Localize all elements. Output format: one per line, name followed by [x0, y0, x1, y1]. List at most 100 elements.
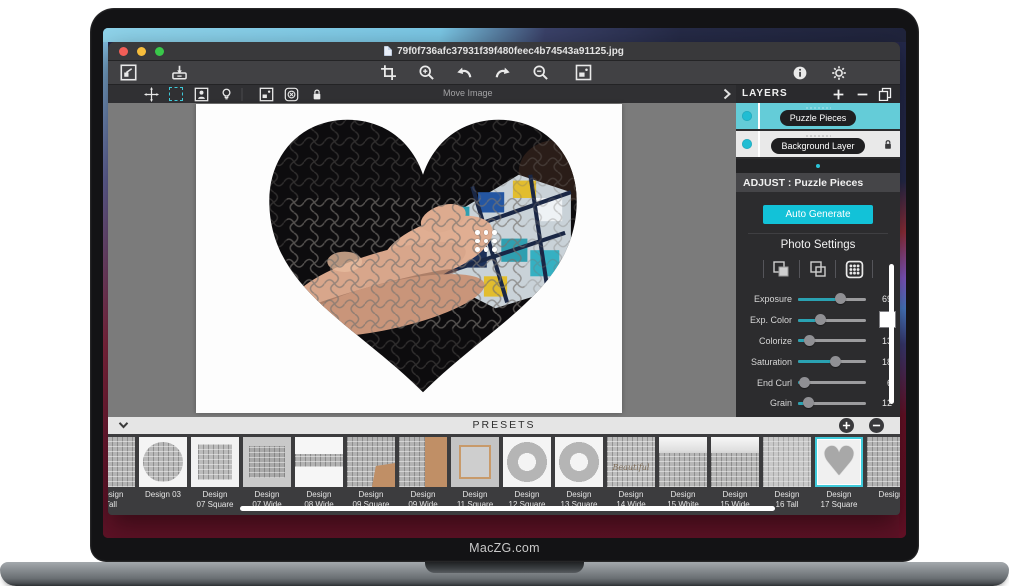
panel-separator[interactable] — [736, 159, 900, 173]
preset-label: Design17 Square — [821, 490, 858, 511]
info-icon[interactable] — [791, 64, 808, 81]
settings-gear-icon[interactable] — [830, 64, 847, 81]
duplicate-layer-icon[interactable] — [877, 86, 893, 102]
preset-tile[interactable]: Design 03 — [137, 437, 189, 511]
app-frame-icon[interactable] — [120, 64, 137, 81]
layer-name[interactable]: Background Layer — [771, 138, 864, 154]
preset-tile[interactable]: Design07 Square — [189, 437, 241, 511]
slider-track[interactable] — [798, 298, 866, 301]
portrait-frame-icon[interactable] — [193, 86, 209, 102]
lock-icon[interactable] — [309, 86, 325, 102]
slider-track[interactable] — [798, 381, 866, 384]
preset-thumbnail[interactable] — [347, 437, 395, 487]
layer-name[interactable]: Puzzle Pieces — [780, 110, 857, 126]
preset-thumbnail[interactable] — [659, 437, 707, 487]
laptop-notch — [425, 562, 584, 573]
undo-icon[interactable] — [456, 64, 473, 81]
preset-thumbnail[interactable] — [243, 437, 291, 487]
slider-track[interactable] — [798, 339, 866, 342]
tool-hint-label: Move Image — [443, 88, 493, 98]
preset-thumbnail[interactable] — [867, 437, 900, 487]
slider-label: Colorize — [736, 336, 792, 346]
import-icon[interactable] — [171, 64, 188, 81]
slider-label: Grain — [736, 398, 792, 408]
presets-title: PRESETS — [108, 419, 900, 431]
slider-knob[interactable] — [803, 397, 814, 408]
preset-tile[interactable]: Design13 Square — [553, 437, 605, 511]
preset-tile[interactable]: Design16 Tall — [761, 437, 813, 511]
preset-tile[interactable]: Design12 Square — [501, 437, 553, 511]
preset-thumbnail[interactable] — [555, 437, 603, 487]
slider-row: Exposure 69 — [736, 289, 900, 310]
slider-track[interactable] — [798, 319, 866, 322]
slider-knob[interactable] — [835, 293, 846, 304]
preset-tile[interactable]: Design — [865, 437, 900, 511]
image-frame-icon[interactable] — [575, 64, 592, 81]
preset-thumbnail[interactable] — [763, 437, 811, 487]
layer-grip-dots — [805, 107, 831, 109]
remove-circle-icon[interactable] — [283, 86, 299, 102]
slider-label: End Curl — [736, 378, 792, 388]
move-tool-icon[interactable] — [143, 86, 159, 102]
slider-label: Saturation — [736, 357, 792, 367]
preset-tile[interactable]: Design09 Square — [345, 437, 397, 511]
auto-generate-button[interactable]: Auto Generate — [763, 205, 873, 224]
preset-thumbnail[interactable] — [191, 437, 239, 487]
layer-visibility-dot[interactable] — [736, 139, 758, 149]
slider-knob[interactable] — [799, 377, 810, 388]
zoom-out-icon[interactable] — [532, 64, 549, 81]
preset-thumbnail[interactable] — [139, 437, 187, 487]
crop-icon[interactable] — [380, 64, 397, 81]
preset-thumbnail[interactable] — [295, 437, 343, 487]
slider-track[interactable] — [798, 402, 866, 405]
layer-row[interactable]: Puzzle Pieces — [736, 103, 900, 129]
window-titlebar[interactable]: 79f0f736afc37931f39f480feec4b74543a91125… — [108, 42, 900, 61]
image-adjust-icon[interactable] — [258, 86, 274, 102]
lamp-icon[interactable] — [218, 86, 234, 102]
marquee-tool-icon[interactable] — [168, 86, 184, 102]
remove-layer-icon[interactable] — [854, 86, 870, 102]
preset-thumbnail[interactable] — [503, 437, 551, 487]
remove-preset-icon[interactable] — [869, 418, 884, 433]
slider-track[interactable] — [798, 360, 866, 363]
redo-icon[interactable] — [494, 64, 511, 81]
preset-thumbnail[interactable]: ♥ — [815, 437, 863, 487]
presets-scrollbar[interactable] — [240, 506, 775, 511]
add-layer-icon[interactable] — [830, 86, 846, 102]
preset-thumbnail[interactable]: Beautiful — [607, 437, 655, 487]
heart-puzzle-artwork[interactable] — [262, 111, 584, 401]
preset-thumbnail[interactable] — [711, 437, 759, 487]
layers-outline-icon[interactable] — [809, 260, 827, 278]
layers-filled-icon[interactable] — [772, 260, 790, 278]
preset-thumbnail[interactable] — [399, 437, 447, 487]
preset-tile[interactable]: Design15 Wide — [709, 437, 761, 511]
zoom-in-icon[interactable] — [418, 64, 435, 81]
preset-tile[interactable]: Design07 Wide — [241, 437, 293, 511]
panel-collapse-chevron-icon[interactable] — [719, 86, 735, 102]
layer-visibility-dot[interactable] — [736, 111, 758, 121]
transform-handle-dots[interactable] — [473, 228, 499, 254]
layer-row[interactable]: Background Layer — [736, 131, 900, 157]
preset-tile[interactable]: Design11 Square — [449, 437, 501, 511]
add-preset-icon[interactable] — [839, 418, 854, 433]
slider-knob[interactable] — [830, 356, 841, 367]
slider-knob[interactable] — [804, 335, 815, 346]
preset-tile[interactable]: DesignTall — [108, 437, 137, 511]
preset-tile[interactable]: Design09 Wide — [397, 437, 449, 511]
layers-panel-title: LAYERS — [742, 88, 788, 99]
slider-row: Saturation 18 — [736, 351, 900, 372]
layer-lock-icon[interactable] — [876, 138, 900, 151]
preset-tile[interactable]: ♥ Design17 Square — [813, 437, 865, 511]
panel-scrollbar[interactable] — [889, 264, 894, 404]
slider-row: Grain 12 — [736, 393, 900, 414]
preset-thumbnail[interactable] — [451, 437, 499, 487]
slider-knob[interactable] — [815, 314, 826, 325]
preset-tile[interactable]: Design15 White — [657, 437, 709, 511]
preset-thumbnail[interactable] — [108, 437, 135, 487]
grid-pad-icon[interactable] — [845, 260, 864, 279]
layers-header: LAYERS — [736, 85, 900, 103]
preset-tile[interactable]: Beautiful Design14 Wide — [605, 437, 657, 511]
preset-label: Design07 Square — [197, 490, 234, 511]
slider-label: Exposure — [736, 294, 792, 304]
preset-tile[interactable]: Design08 Wide — [293, 437, 345, 511]
